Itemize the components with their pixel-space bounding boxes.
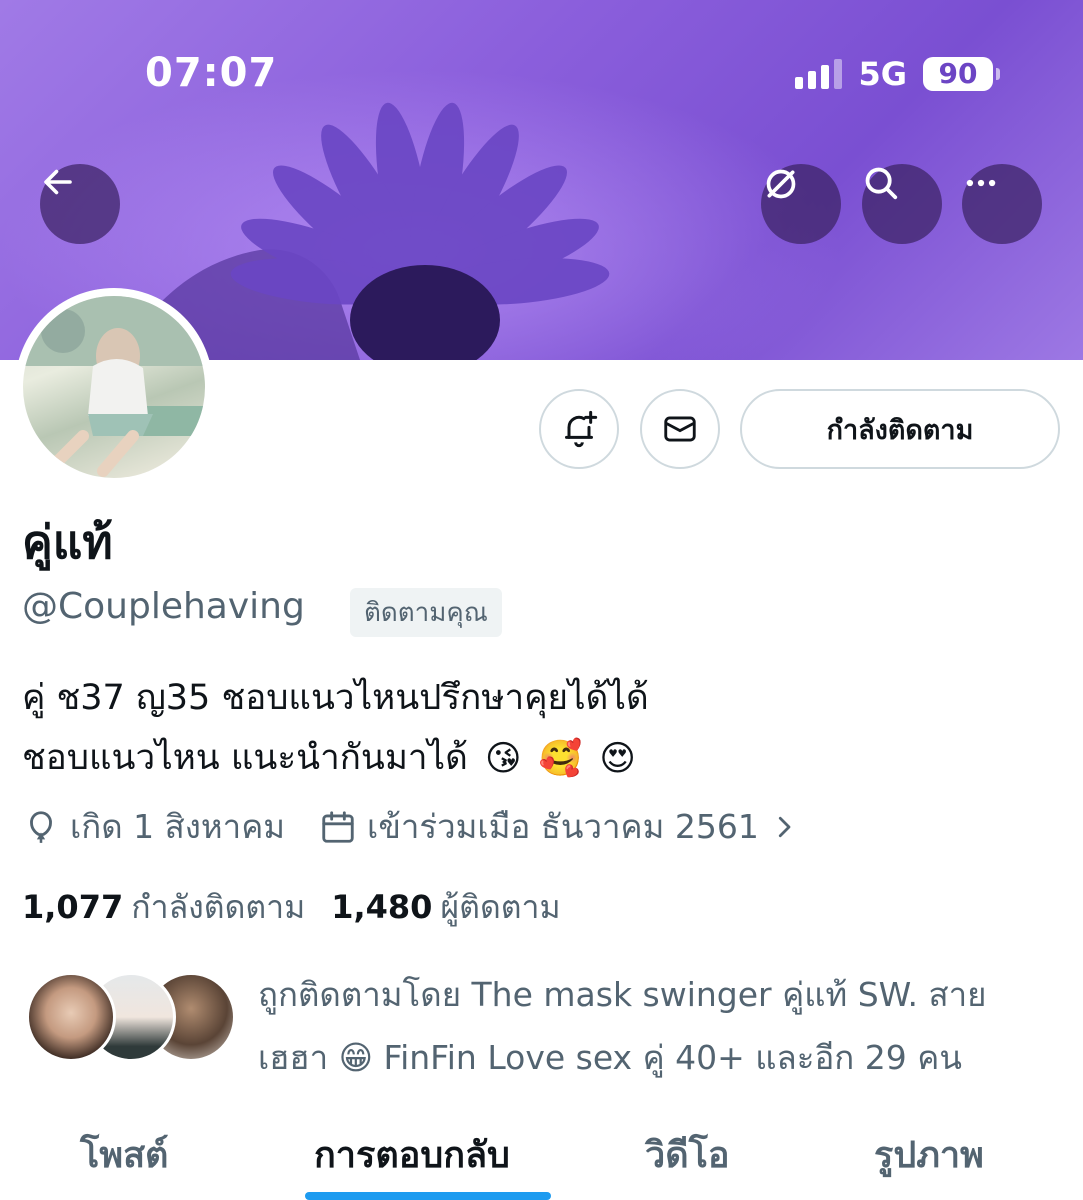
followers-count[interactable]: 1,480 <box>331 888 432 926</box>
follows-you-badge: ติดตามคุณ <box>350 588 502 637</box>
user-handle: @Couplehaving <box>22 586 305 627</box>
more-button[interactable] <box>962 164 1042 244</box>
search-button[interactable] <box>862 164 942 244</box>
signal-icon <box>795 59 843 89</box>
followed-by-text[interactable]: ถูกติดตามโดย The mask swinger คู่แท้ SW.… <box>258 963 1048 1089</box>
active-tab-indicator <box>305 1192 551 1200</box>
tab-posts[interactable]: โพสต์ <box>80 1126 168 1183</box>
balloon-icon <box>30 810 52 843</box>
search-icon <box>865 167 898 200</box>
emoji-grin: 😁 <box>338 1038 373 1077</box>
chevron-right-icon <box>778 816 791 837</box>
tab-videos[interactable]: วิดีโอ <box>645 1126 730 1183</box>
tab-photos[interactable]: รูปภาพ <box>874 1126 984 1183</box>
status-indicators: 5G 90 <box>795 55 1000 93</box>
calendar-icon <box>322 810 354 843</box>
arrow-left-icon <box>44 169 72 195</box>
display-name: คู่แท้ <box>22 515 113 569</box>
follower-avatar <box>26 972 116 1062</box>
network-label: 5G <box>858 55 907 93</box>
following-button-label: กำลังติดตาม <box>826 414 974 446</box>
envelope-icon <box>664 416 696 442</box>
followed-by-line-2a: เฮฮา <box>258 1038 329 1077</box>
emoji-smiling-hearts: 🥰 <box>538 739 583 779</box>
bio-line-1: คู่ ช37 ญ35 ชอบแนวไหนปรึกษาคุยได้ได้ <box>22 678 649 718</box>
profile-meta: เกิด 1 สิงหาคม เข้าร่วมเมือ ธันวาคม 2561 <box>22 800 799 853</box>
more-icon <box>966 179 996 187</box>
following-count[interactable]: 1,077 <box>22 888 123 926</box>
avatar-photo <box>23 296 205 478</box>
back-button[interactable] <box>40 164 120 244</box>
joined-text: เข้าร่วมเมือ ธันวาคม 2561 <box>367 807 759 846</box>
emoji-kiss: 😘 <box>485 739 522 779</box>
following-button[interactable]: กำลังติดตาม <box>740 389 1060 469</box>
joined-date[interactable]: เข้าร่วมเมือ ธันวาคม 2561 <box>319 800 799 853</box>
followers-label[interactable]: ผู้ติดตาม <box>440 882 560 933</box>
battery-icon: 90 <box>923 57 1000 91</box>
followed-by-line-1: ถูกติดตามโดย The mask swinger คู่แท้ SW.… <box>258 975 987 1014</box>
following-label[interactable]: กำลังติดตาม <box>131 882 305 933</box>
follow-stats: 1,077 กำลังติดตาม 1,480 ผู้ติดตาม <box>22 882 587 933</box>
profile-avatar[interactable] <box>15 288 213 486</box>
birthday-text: เกิด 1 สิงหาคม <box>70 807 286 846</box>
emoji-heart-eyes: 😍 <box>599 739 636 779</box>
grok-button[interactable] <box>761 164 841 244</box>
bell-plus-icon <box>565 410 598 448</box>
message-button[interactable] <box>640 389 720 469</box>
bio-line-2: ชอบแนวไหน แนะนำกันมาได้ 😘 🥰 😍 <box>22 738 1042 779</box>
followed-by-line-2b: FinFin Love sex คู่ 40+ และอีก 29 คน <box>383 1038 962 1077</box>
notify-button[interactable] <box>539 389 619 469</box>
profile-tabs: โพสต์ การตอบกลับ วิดีโอ รูปภาพ <box>0 1108 1083 1200</box>
followed-by-line-2: เฮฮา 😁 FinFin Love sex คู่ 40+ และอีก 29… <box>258 1026 1048 1089</box>
grok-icon <box>766 169 796 199</box>
status-time: 07:07 <box>145 50 278 96</box>
birthday: เกิด 1 สิงหาคม <box>22 800 285 853</box>
followed-by-avatars[interactable] <box>26 972 236 1064</box>
tab-replies[interactable]: การตอบกลับ <box>314 1126 510 1183</box>
bio-line-2-text: ชอบแนวไหน แนะนำกันมาได้ <box>22 738 468 778</box>
